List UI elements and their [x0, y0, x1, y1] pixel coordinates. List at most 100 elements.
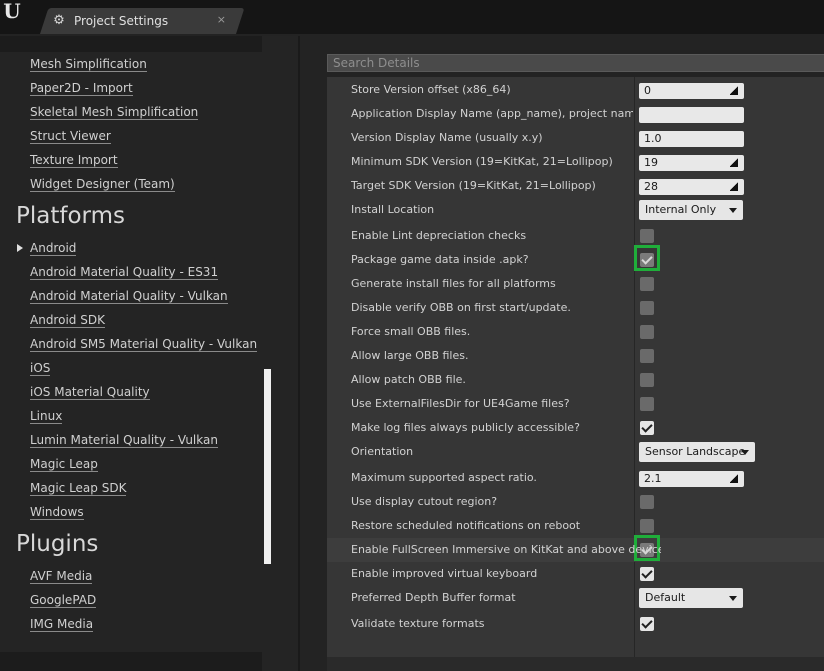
- property-label: Force small OBB files.: [351, 325, 471, 338]
- close-icon[interactable]: ×: [217, 13, 226, 26]
- sidebar-item-label: Android SDK: [30, 313, 105, 328]
- checkbox-checked[interactable]: [640, 421, 654, 435]
- property-label: Use display cutout region?: [351, 495, 498, 508]
- drag-spin-icon[interactable]: [730, 158, 739, 168]
- checkbox-checked[interactable]: [640, 617, 654, 631]
- unreal-logo-icon[interactable]: U: [0, 0, 24, 24]
- property-label: Validate texture formats: [351, 617, 485, 630]
- sidebar-item-android-sm5-material-quality-vulkan[interactable]: Android SM5 Material Quality - Vulkan: [0, 332, 262, 356]
- sidebar-item-label: Skeletal Mesh Simplification: [30, 105, 199, 120]
- property-label: Preferred Depth Buffer format: [351, 591, 516, 604]
- sidebar-item-label: Android Material Quality - Vulkan: [30, 289, 228, 304]
- property-row-allow-patch-obb-file: Allow patch OBB file.: [327, 368, 824, 392]
- nav-scrollbar-thumb[interactable]: [264, 369, 271, 564]
- sidebar-item-lumin-material-quality-vulkan[interactable]: Lumin Material Quality - Vulkan: [0, 428, 262, 452]
- checkbox-checked[interactable]: [640, 567, 654, 581]
- drag-spin-icon[interactable]: [730, 182, 739, 192]
- dropdown-select[interactable]: Internal Only: [639, 200, 743, 220]
- property-row-disable-verify-obb-on-first-start-update: Disable verify OBB on first start/update…: [327, 296, 824, 320]
- sidebar-item-label: IMG Media: [30, 617, 94, 632]
- sidebar-item-googlepad[interactable]: GooglePAD: [0, 588, 262, 612]
- property-label: Use ExternalFilesDir for UE4Game files?: [351, 397, 570, 410]
- search-details-input[interactable]: Search Details: [327, 54, 824, 72]
- sidebar-item-magic-leap-sdk[interactable]: Magic Leap SDK: [0, 476, 262, 500]
- settings-nav-list: Mesh Simplification Paper2D - Import Skele…: [0, 52, 262, 636]
- sidebar-item-label: iOS Material Quality: [30, 385, 150, 400]
- text-input[interactable]: 1.0: [639, 131, 744, 147]
- sidebar-item-android-material-quality-vulkan[interactable]: Android Material Quality - Vulkan: [0, 284, 262, 308]
- property-label: Package game data inside .apk?: [351, 253, 529, 266]
- text-input[interactable]: [639, 107, 744, 123]
- sidebar-item-label: Android SM5 Material Quality - Vulkan: [30, 337, 258, 352]
- property-row-enable-lint-depreciation-checks: Enable Lint depreciation checks: [327, 224, 824, 248]
- drag-spin-icon[interactable]: [730, 86, 739, 96]
- checkbox-unchecked[interactable]: [640, 397, 654, 411]
- sidebar-item-windows[interactable]: Windows: [0, 500, 262, 524]
- property-row-application-display-name-app-name-projec: Application Display Name (app_name), pro…: [327, 102, 824, 126]
- sidebar-item-mesh-simplification[interactable]: Mesh Simplification: [0, 52, 262, 76]
- dropdown-select[interactable]: Default: [639, 588, 743, 608]
- property-row-enable-improved-virtual-keyboard: Enable improved virtual keyboard: [327, 562, 824, 586]
- dropdown-value: Sensor Landscape: [645, 445, 746, 458]
- sidebar-item-label: Magic Leap: [30, 457, 98, 472]
- sidebar-item-paper2d-import[interactable]: Paper2D - Import: [0, 76, 262, 100]
- checkbox-unchecked[interactable]: [640, 325, 654, 339]
- sidebar-item-android-sdk[interactable]: Android SDK: [0, 308, 262, 332]
- property-row-validate-texture-formats: Validate texture formats: [327, 612, 824, 636]
- sidebar-item-label: Widget Designer (Team): [30, 177, 175, 192]
- property-label: Allow large OBB files.: [351, 349, 469, 362]
- sidebar-item-label: Lumin Material Quality - Vulkan: [30, 433, 218, 448]
- sidebar-item-texture-import[interactable]: Texture Import: [0, 148, 262, 172]
- input-value: 28: [644, 180, 658, 193]
- checkbox-unchecked[interactable]: [640, 519, 654, 533]
- property-row-make-log-files-always-publicly-accessibl: Make log files always publicly accessibl…: [327, 416, 824, 440]
- property-row-minimum-sdk-version-19-kitkat-21-lollipo: Minimum SDK Version (19=KitKat, 21=Lolli…: [327, 150, 824, 174]
- property-label: Application Display Name (app_name), pro…: [351, 107, 633, 120]
- sidebar-item-avf-media[interactable]: AVF Media: [0, 564, 262, 588]
- property-label: Allow patch OBB file.: [351, 373, 466, 386]
- sidebar-item-ios[interactable]: iOS: [0, 356, 262, 380]
- property-label: Target SDK Version (19=KitKat, 21=Lollip…: [351, 179, 596, 192]
- property-label: Enable Lint depreciation checks: [351, 229, 527, 242]
- property-row-install-location: Install Location Internal Only: [327, 198, 824, 222]
- property-row-maximum-supported-aspect-ratio: Maximum supported aspect ratio. 2.1: [327, 466, 824, 490]
- checkbox-unchecked[interactable]: [640, 495, 654, 509]
- chevron-down-icon: [741, 450, 749, 455]
- property-row-enable-fullscreen-immersive-on-kitkat-an: Enable FullScreen Immersive on KitKat an…: [327, 535, 824, 562]
- checkbox-unchecked[interactable]: [640, 277, 654, 291]
- property-label: Generate install files for all platforms: [351, 277, 556, 290]
- sidebar-item-android-material-quality-es31[interactable]: Android Material Quality - ES31: [0, 260, 262, 284]
- checkbox-unchecked[interactable]: [640, 301, 654, 315]
- sidebar-item-widget-designer-team[interactable]: Widget Designer (Team): [0, 172, 262, 196]
- numeric-input[interactable]: 2.1: [639, 471, 744, 487]
- sidebar-item-label: Android Material Quality - ES31: [30, 265, 219, 280]
- sidebar-item-struct-viewer[interactable]: Struct Viewer: [0, 124, 262, 148]
- property-row-allow-large-obb-files: Allow large OBB files.: [327, 344, 824, 368]
- sidebar-item-android[interactable]: Android: [0, 236, 262, 260]
- dropdown-select[interactable]: Sensor Landscape: [639, 442, 755, 462]
- sidebar-item-linux[interactable]: Linux: [0, 404, 262, 428]
- sidebar-item-skeletal-mesh-simplification[interactable]: Skeletal Mesh Simplification: [0, 100, 262, 124]
- property-row-package-game-data-inside-apk: Package game data inside .apk?: [327, 245, 824, 272]
- numeric-input[interactable]: 0: [639, 83, 744, 99]
- tab-title: Project Settings: [74, 14, 169, 28]
- sidebar-item-label: Android: [30, 241, 77, 256]
- drag-spin-icon[interactable]: [730, 474, 739, 484]
- checkbox-unchecked[interactable]: [640, 349, 654, 363]
- sidebar-item-ios-material-quality[interactable]: iOS Material Quality: [0, 380, 262, 404]
- checkbox-unchecked[interactable]: [640, 373, 654, 387]
- dropdown-value: Internal Only: [645, 203, 717, 216]
- sidebar-item-label: AVF Media: [30, 569, 93, 584]
- sidebar-item-label: iOS: [30, 361, 51, 376]
- sidebar-item-label: GooglePAD: [30, 593, 97, 608]
- tab-project-settings[interactable]: ⚙ Project Settings ×: [52, 8, 236, 34]
- sidebar-item-img-media[interactable]: IMG Media: [0, 612, 262, 636]
- numeric-input[interactable]: 19: [639, 155, 744, 171]
- numeric-input[interactable]: 28: [639, 179, 744, 195]
- property-label: Restore scheduled notifications on reboo…: [351, 519, 581, 532]
- property-label: Minimum SDK Version (19=KitKat, 21=Lolli…: [351, 155, 613, 168]
- sidebar-item-magic-leap[interactable]: Magic Leap: [0, 452, 262, 476]
- property-row-target-sdk-version-19-kitkat-21-lollipop: Target SDK Version (19=KitKat, 21=Lollip…: [327, 174, 824, 198]
- checkbox-unchecked[interactable]: [640, 229, 654, 243]
- section-header-platforms: Platforms: [16, 203, 125, 229]
